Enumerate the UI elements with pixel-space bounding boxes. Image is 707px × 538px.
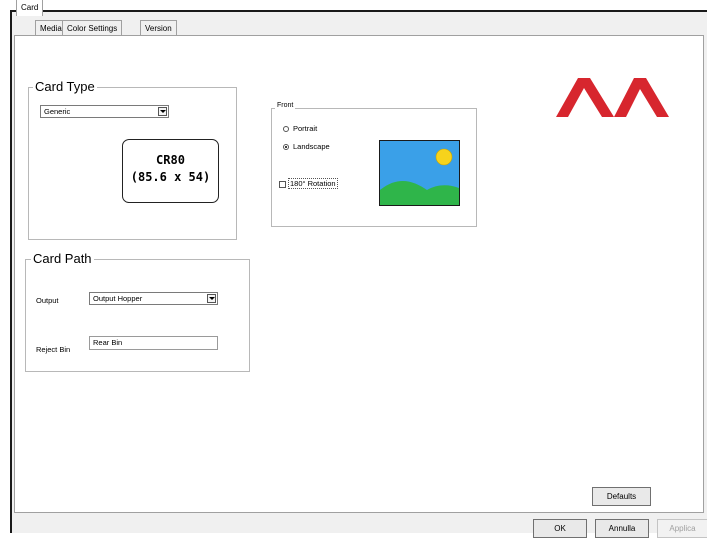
portrait-label: Portrait	[293, 124, 318, 133]
reject-bin-input[interactable]: Rear Bin	[89, 336, 218, 350]
chevron-down-icon[interactable]	[158, 107, 167, 116]
card-size-preview: CR80 (85.6 x 54)	[122, 139, 219, 203]
landscape-image-icon	[379, 140, 460, 206]
reject-bin-label: Reject Bin	[36, 345, 71, 354]
landscape-label: Landscape	[293, 142, 330, 151]
apply-button[interactable]: Applica	[657, 519, 707, 538]
landscape-radio[interactable]	[283, 144, 289, 150]
card-size-name: CR80	[156, 153, 185, 167]
card-path-legend: Card Path	[31, 251, 94, 266]
cancel-button[interactable]: Annulla	[595, 519, 649, 538]
card-type-select[interactable]: Generic	[40, 105, 169, 118]
tab-color-settings[interactable]: Color Settings	[62, 20, 123, 35]
tab-version[interactable]: Version	[140, 20, 177, 35]
tab-card[interactable]: Card	[16, 0, 44, 16]
ok-button[interactable]: OK	[533, 519, 587, 538]
output-select[interactable]: Output Hopper	[89, 292, 218, 305]
output-label: Output	[36, 296, 59, 305]
rotation-label: 180° Rotation	[288, 178, 338, 189]
output-value: Output Hopper	[93, 294, 143, 303]
card-path-group	[25, 259, 250, 372]
front-legend: Front	[275, 102, 296, 109]
card-type-legend: Card Type	[33, 79, 97, 94]
chevron-down-icon[interactable]	[207, 294, 216, 303]
defaults-button[interactable]: Defaults	[592, 487, 651, 506]
rotation-checkbox[interactable]	[279, 181, 286, 188]
card-type-value: Generic	[44, 107, 71, 116]
card-size-dimensions: (85.6 x 54)	[130, 170, 211, 184]
brand-logo	[556, 78, 669, 117]
portrait-radio[interactable]	[283, 126, 289, 132]
